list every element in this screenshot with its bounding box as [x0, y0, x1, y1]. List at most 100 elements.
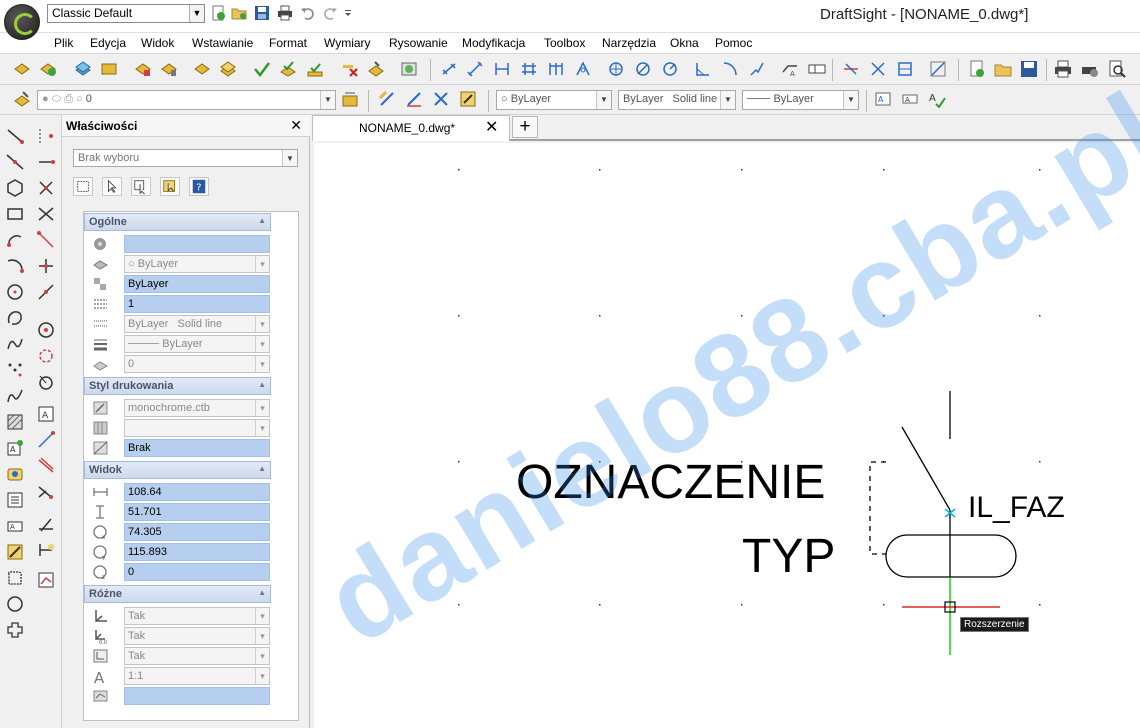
lineweight-combo[interactable]: ─── ByLayer ▼ [742, 90, 859, 110]
arc-tool-icon[interactable] [6, 231, 24, 249]
spell-check-icon[interactable]: A [928, 90, 946, 108]
layer-match-icon[interactable] [279, 60, 297, 78]
section-print-style[interactable]: Styl drukowania ▲ [84, 377, 271, 395]
print-preview-icon[interactable] [1108, 60, 1126, 78]
checkmark-icon[interactable] [253, 60, 271, 78]
chevron-up-icon[interactable]: ▲ [258, 464, 266, 473]
dimension-edit-icon[interactable] [842, 60, 860, 78]
trim-tool-icon[interactable] [37, 431, 55, 449]
move-tool-icon[interactable] [37, 321, 55, 339]
close-icon[interactable]: ✕ [485, 117, 498, 137]
property-view-center-z[interactable]: z 0 [84, 562, 271, 582]
explode-tool-icon[interactable] [37, 541, 55, 559]
property-ucs-icon-value[interactable]: Tak [124, 607, 270, 625]
property-view-height-value[interactable]: 51.701 [124, 503, 270, 521]
chevron-down-icon[interactable]: ▼ [596, 91, 611, 109]
save-drawing-icon[interactable] [1020, 60, 1038, 78]
shape-tool-icon[interactable] [6, 621, 24, 639]
quick-access-menu-icon[interactable] [343, 5, 353, 21]
erase-tool-icon[interactable] [37, 179, 55, 197]
property-view-center-y[interactable]: y 115.893 [84, 542, 271, 562]
section-misc[interactable]: Różne ▲ [84, 585, 271, 603]
dimension-override-icon[interactable] [869, 60, 887, 78]
menu-wstawianie[interactable]: Wstawianie [192, 36, 253, 50]
chevron-down-icon[interactable]: ▼ [843, 91, 858, 109]
line-tool-icon[interactable] [6, 127, 24, 145]
property-lineweight-value[interactable]: ──── ByLayer [124, 335, 270, 353]
ellipse-tool-icon[interactable] [6, 361, 24, 379]
property-ucs-viewport[interactable]: Tak [84, 646, 271, 666]
property-view-width[interactable]: 108.64 [84, 482, 271, 502]
dimension-continue-icon[interactable] [547, 60, 565, 78]
color-combo[interactable]: ○ ByLayer ▼ [496, 90, 612, 110]
revision-cloud-icon[interactable] [6, 309, 24, 327]
copy-tool-icon[interactable] [37, 205, 55, 223]
make-block-icon[interactable] [6, 465, 24, 483]
image-insert-icon[interactable] [6, 543, 24, 561]
app-logo-icon[interactable] [4, 4, 40, 40]
property-layer[interactable]: ○ ByLayer [84, 254, 271, 274]
property-annotation-scale-value[interactable]: 1:1 [124, 667, 270, 685]
section-general[interactable]: Ogólne ▲ [84, 213, 271, 231]
property-linestyle[interactable]: ByLayer [84, 274, 271, 294]
menu-modyfikacja[interactable]: Modyfikacja [462, 36, 525, 50]
chevron-down-icon[interactable]: ▼ [282, 150, 297, 166]
property-linestyle-combo[interactable]: ByLayer Solid line [84, 314, 271, 334]
chevron-up-icon[interactable]: ▲ [258, 216, 266, 225]
property-misc-last-value[interactable] [124, 687, 270, 705]
redo-icon[interactable] [322, 5, 338, 21]
trim-icon[interactable] [432, 90, 450, 108]
layer-change-icon[interactable] [367, 60, 385, 78]
select-objects-icon[interactable] [73, 177, 93, 196]
property-view-height[interactable]: 51.701 [84, 502, 271, 522]
layer-explorer-icon[interactable] [400, 60, 418, 78]
property-color-value[interactable] [124, 235, 270, 253]
donut-tool-icon[interactable] [6, 595, 24, 613]
layer-isolate-icon[interactable] [134, 60, 152, 78]
menu-wymiary[interactable]: Wymiary [324, 36, 371, 50]
chevron-up-icon[interactable]: ▲ [258, 380, 266, 389]
offset-tool-icon[interactable] [37, 257, 55, 275]
property-transparency-value[interactable]: 0 [124, 355, 270, 373]
property-ucs-viewport-value[interactable]: Tak [124, 647, 270, 665]
property-linestyle-value[interactable]: ByLayer [124, 275, 270, 293]
undo-icon[interactable] [300, 5, 316, 21]
hatch-tool-icon[interactable] [6, 413, 24, 431]
layer-on-icon[interactable] [39, 60, 57, 78]
property-print-name[interactable]: Brak [84, 438, 271, 458]
property-linescale[interactable]: 1 [84, 294, 271, 314]
property-ucs-icon[interactable]: Tak [84, 606, 271, 626]
property-view-center-x-value[interactable]: 74.305 [124, 523, 270, 541]
dimension-angular-icon[interactable] [574, 60, 592, 78]
menu-okna[interactable]: Okna [670, 36, 699, 50]
property-print-name-value[interactable]: Brak [124, 439, 270, 457]
dimension-radius-icon[interactable] [661, 60, 679, 78]
print-setup-icon[interactable] [1081, 60, 1099, 78]
dimension-horizontal-icon[interactable] [493, 60, 511, 78]
print-icon[interactable] [277, 5, 293, 21]
add-tab-button[interactable]: + [512, 116, 538, 138]
edit-pencil-icon[interactable] [459, 90, 477, 108]
workspace-select[interactable]: Classic Default ▼ [47, 4, 205, 23]
join-tool-icon[interactable] [37, 571, 55, 589]
property-print-style-value[interactable] [124, 419, 270, 437]
property-view-center-z-value[interactable]: 0 [124, 563, 270, 581]
table-tool-icon[interactable] [6, 491, 24, 509]
tolerance-icon[interactable] [808, 60, 826, 78]
menu-edycja[interactable]: Edycja [90, 36, 126, 50]
property-linescale-value[interactable]: 1 [124, 295, 270, 313]
property-print-style[interactable] [84, 418, 271, 438]
note-tool-icon[interactable]: A [6, 517, 24, 535]
dimension-diameter-icon[interactable] [634, 60, 652, 78]
help-icon[interactable]: ? [189, 177, 209, 196]
linestyle-combo[interactable]: ByLayer Solid line ▼ [618, 90, 736, 110]
layer-merge-icon[interactable] [219, 60, 237, 78]
menu-widok[interactable]: Widok [141, 36, 174, 50]
chevron-down-icon[interactable]: ▼ [189, 5, 204, 22]
property-annotation-scale[interactable]: A 1:1 [84, 666, 271, 686]
layer-previous-icon[interactable] [13, 60, 31, 78]
property-ucs-origin[interactable]: 0,0 Tak [84, 626, 271, 646]
dimension-aligned-icon[interactable] [466, 60, 484, 78]
chamfer-tool-icon[interactable] [37, 515, 55, 533]
pick-pointer-icon[interactable] [102, 177, 122, 196]
